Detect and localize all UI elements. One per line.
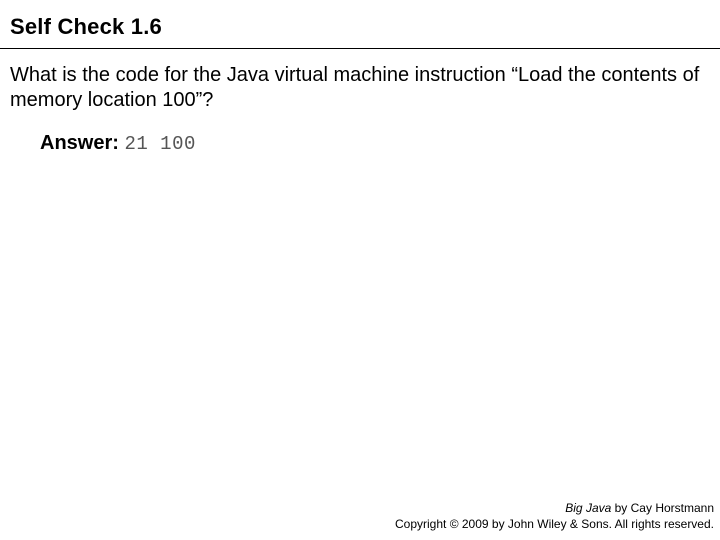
slide-title: Self Check 1.6 [0,0,720,49]
footer-line-1: Big Java by Cay Horstmann [395,500,714,516]
book-title: Big Java [565,501,611,515]
footer-byline: by Cay Horstmann [611,501,714,515]
footer: Big Java by Cay Horstmann Copyright © 20… [395,500,714,532]
question-text: What is the code for the Java virtual ma… [10,63,710,113]
footer-copyright: Copyright © 2009 by John Wiley & Sons. A… [395,516,714,532]
answer-line: Answer: 21 100 [10,131,710,157]
answer-code: 21 100 [124,133,195,155]
answer-label: Answer: [40,132,119,154]
slide-body: What is the code for the Java virtual ma… [0,49,720,157]
